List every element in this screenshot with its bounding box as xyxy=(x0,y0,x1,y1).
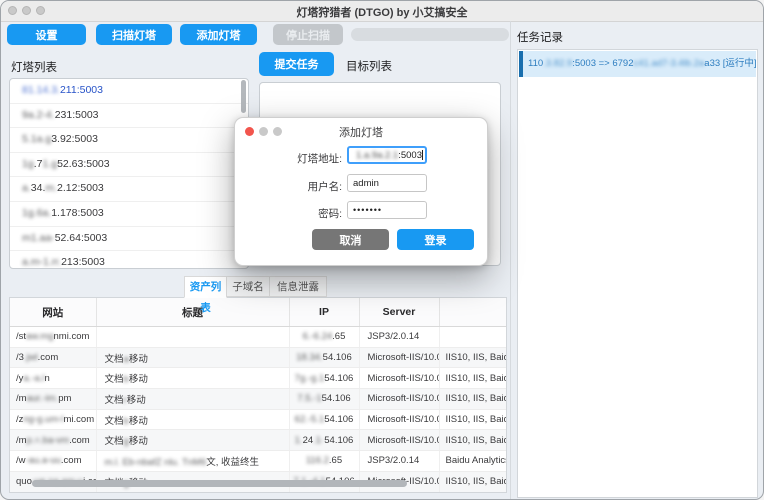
app-window: 灯塔狩猎者 (DTGO) by 小艾搞安全 设置 扫描灯塔 添加灯塔 停止扫描 … xyxy=(0,0,764,500)
cell-tech xyxy=(439,327,507,348)
target-list-title: 目标列表 xyxy=(346,58,392,74)
col-header-extra xyxy=(439,298,507,327)
tab-asset-list[interactable]: 资产列表 xyxy=(184,276,227,298)
panel-divider xyxy=(510,21,511,500)
lighthouse-address: 5.1a.g3.92:5003 xyxy=(22,133,98,145)
tab-subdomains[interactable]: 子域名 xyxy=(226,276,270,297)
cell-server: JSP3/2.0.14 xyxy=(359,327,439,348)
task-record-item[interactable]: 110.3.82.9:5003 => 6792c41.ad7-3.4lb.2aa… xyxy=(519,51,756,77)
asset-table-row[interactable]: /zng-g.um-lmi.com 文档b移动 62.-5.154.106 Mi… xyxy=(10,409,507,430)
col-header-title: 标题 xyxy=(96,298,289,327)
asset-table-row[interactable]: /ya.-a.ln 文档b移动 7g.-g.154.106 Microsoft-… xyxy=(10,368,507,389)
cell-website: /mp.=.ba-vm.com xyxy=(10,430,96,451)
cell-title: 文档b移动 xyxy=(96,368,289,389)
col-header-server: Server xyxy=(359,298,439,327)
scan-progress-bar xyxy=(351,28,509,41)
cell-website: /3.jwl.com xyxy=(10,347,96,368)
cell-title: 文档b移动 xyxy=(96,409,289,430)
password-label: 密码: xyxy=(237,206,342,221)
cell-tech: IIS10, IIS, Baidu xyxy=(439,347,507,368)
submit-task-button[interactable]: 提交任务 xyxy=(259,52,334,76)
title-bar: 灯塔狩猎者 (DTGO) by 小艾搞安全 xyxy=(1,1,763,22)
asset-table-header-row: 网站 标题 IP Server xyxy=(10,298,507,327)
cell-tech: IIS10, IIS, Baidu xyxy=(439,368,507,389)
lighthouse-list-title: 灯塔列表 xyxy=(11,59,57,75)
asset-table-row[interactable]: /mp.=.ba-vm.com 文档g移动 1.24.1·54.106 Micr… xyxy=(10,430,507,451)
window-title: 灯塔狩猎者 (DTGO) by 小艾搞安全 xyxy=(1,4,763,20)
col-header-ip: IP xyxy=(289,298,359,327)
lighthouse-list-item[interactable]: 1g.71.g52.63:5003 xyxy=(10,153,248,178)
username-label: 用户名: xyxy=(237,179,342,194)
cell-server: Microsoft-IIS/10.0 xyxy=(359,368,439,389)
asset-table-row[interactable]: /staw.mgnmi.com 6.-6.24.65 JSP3/2.0.14 xyxy=(10,327,507,348)
settings-button[interactable]: 设置 xyxy=(7,24,86,45)
cell-tech: IIS10, IIS, Baidu xyxy=(439,430,507,451)
lighthouse-address: a.34.m.2.12:5003 xyxy=(22,182,104,194)
lighthouse-list-scrollbar[interactable] xyxy=(241,80,246,113)
lighthouse-list-item[interactable]: 5.1a.g3.92:5003 xyxy=(10,128,248,153)
lighthouse-list-item[interactable]: 1g.6a.1.178:5003 xyxy=(10,202,248,227)
lighthouse-address: m1.aa-52.64:5003 xyxy=(22,232,107,244)
cell-title: 文档r移动 xyxy=(96,389,289,410)
col-header-website: 网站 xyxy=(10,298,96,327)
address-input[interactable]: 1.a.9a.2.1:5003 xyxy=(347,146,427,164)
cell-server: Microsoft-IIS/10.0 xyxy=(359,389,439,410)
cell-server: Microsoft-IIS/10.0 xyxy=(359,409,439,430)
lighthouse-list: 81.14.3.211:5003 9a.2-4.231:5003 5.1a.g3… xyxy=(9,78,249,269)
lighthouse-list-item[interactable]: 9a.2-4.231:5003 xyxy=(10,104,248,129)
password-input[interactable]: ••••••• xyxy=(347,201,427,219)
cell-tech: IIS10, IIS, Baidu xyxy=(439,471,507,492)
task-panel-title: 任务记录 xyxy=(517,29,563,45)
add-lighthouse-dialog: 添加灯塔 灯塔地址: 1.a.9a.2.1:5003 用户名: admin 密码… xyxy=(234,117,488,266)
cell-website: /ya.-a.ln xyxy=(10,368,96,389)
cell-ip: 6.-6.24.65 xyxy=(289,327,359,348)
cell-ip: 18.34.54.106 xyxy=(289,347,359,368)
tab-info-leak[interactable]: 信息泄露 xyxy=(269,276,327,297)
asset-table-horizontal-scrollbar[interactable] xyxy=(32,480,407,487)
scan-lighthouse-button[interactable]: 扫描灯塔 xyxy=(96,24,172,45)
cell-title: m.l. Eb-nbafZ nlu. TnM6文, 收益终生 xyxy=(96,451,289,472)
asset-table-row[interactable]: /maur.-im.pm 文档r移动 7.5.-154.106 Microsof… xyxy=(10,389,507,410)
cell-website: /w-au.a-uu.com xyxy=(10,451,96,472)
dialog-title: 添加灯塔 xyxy=(235,124,487,140)
add-lighthouse-button[interactable]: 添加灯塔 xyxy=(180,24,257,45)
cell-website: /zng-g.um-lmi.com xyxy=(10,409,96,430)
cell-tech: IIS10, IIS, Baidu xyxy=(439,409,507,430)
lighthouse-address: 81.14.3.211:5003 xyxy=(22,84,103,96)
username-input[interactable]: admin xyxy=(347,174,427,192)
cell-title: 文档g移动 xyxy=(96,430,289,451)
cell-title xyxy=(96,327,289,348)
login-button[interactable]: 登录 xyxy=(397,229,474,250)
lighthouse-address: a.m-1.rr.213:5003 xyxy=(22,256,105,268)
cell-server: Microsoft-IIS/10.0 xyxy=(359,347,439,368)
asset-table-row[interactable]: /3.jwl.com 文档a移动 18.34.54.106 Microsoft-… xyxy=(10,347,507,368)
cell-ip: 116.2.65 xyxy=(289,451,359,472)
address-label: 灯塔地址: xyxy=(237,151,342,166)
cell-ip: 62.-5.154.106 xyxy=(289,409,359,430)
cell-ip: 1.24.1·54.106 xyxy=(289,430,359,451)
cell-server: JSP3/2.0.14 xyxy=(359,451,439,472)
cell-ip: 7g.-g.154.106 xyxy=(289,368,359,389)
asset-table-body: /staw.mgnmi.com 6.-6.24.65 JSP3/2.0.14 /… xyxy=(10,327,507,493)
cell-website: /maur.-im.pm xyxy=(10,389,96,410)
cell-tech: IIS10, IIS, Baidu xyxy=(439,389,507,410)
lighthouse-list-item[interactable]: m1.aa-52.64:5003 xyxy=(10,227,248,252)
cell-ip: 7.5.-154.106 xyxy=(289,389,359,410)
task-record-list: 110.3.82.9:5003 => 6792c41.ad7-3.4lb.2aa… xyxy=(517,49,758,498)
asset-table-row[interactable]: /w-au.a-uu.com m.l. Eb-nbafZ nlu. TnM6文,… xyxy=(10,451,507,472)
task-record-text: 110.3.82.9:5003 => 6792c41.ad7-3.4lb.2aa… xyxy=(528,58,756,69)
lighthouse-address: 9a.2-4.231:5003 xyxy=(22,109,99,121)
asset-table: 网站 标题 IP Server /staw.mgnmi.com 6.-6.24.… xyxy=(9,297,507,493)
cell-server: Microsoft-IIS/10.0 xyxy=(359,430,439,451)
cell-website: /staw.mgnmi.com xyxy=(10,327,96,348)
lighthouse-address: 1g.6a.1.178:5003 xyxy=(22,207,104,219)
lighthouse-list-item[interactable]: 81.14.3.211:5003 xyxy=(10,79,248,104)
lighthouse-list-item[interactable]: a.m-1.rr.213:5003 xyxy=(10,251,248,269)
cancel-button[interactable]: 取消 xyxy=(312,229,389,250)
lighthouse-list-item[interactable]: a.34.m.2.12:5003 xyxy=(10,177,248,202)
cell-tech: Baidu Analytics ( xyxy=(439,451,507,472)
lighthouse-address: 1g.71.g52.63:5003 xyxy=(22,158,110,170)
cell-title: 文档a移动 xyxy=(96,347,289,368)
stop-scan-button: 停止扫描 xyxy=(273,24,343,45)
